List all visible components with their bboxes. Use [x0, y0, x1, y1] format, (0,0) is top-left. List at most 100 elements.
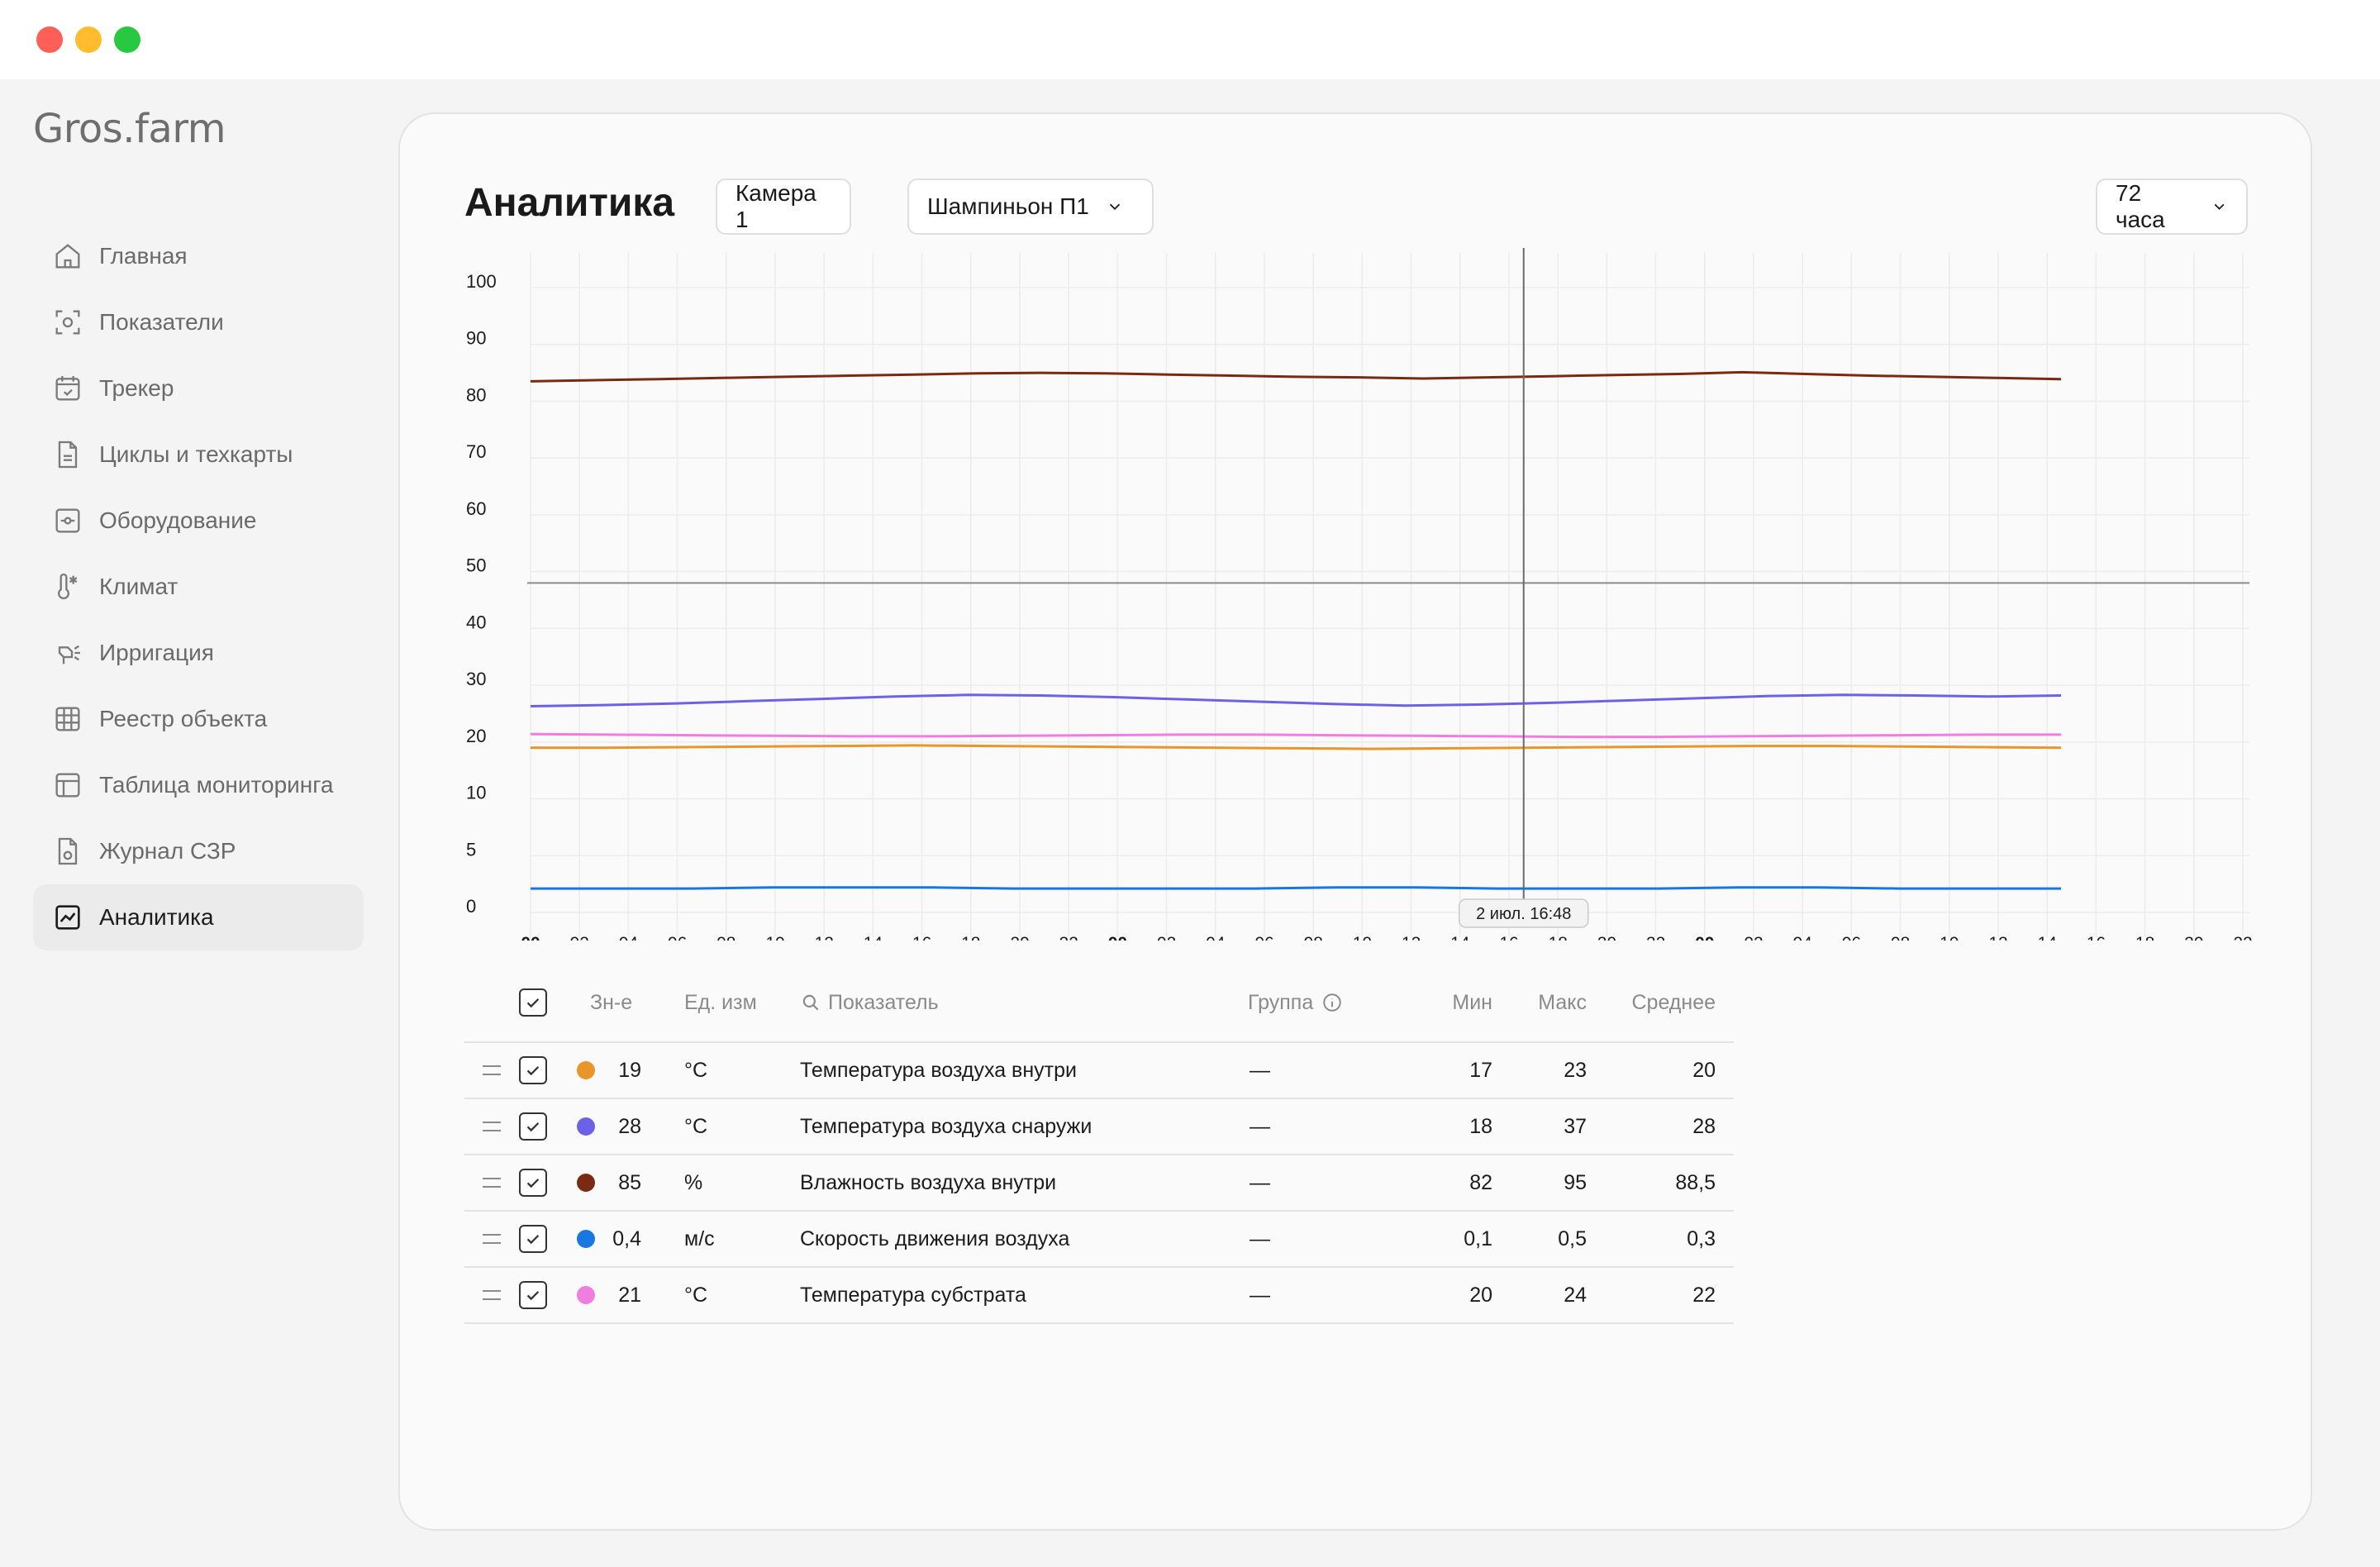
home-icon	[51, 240, 84, 273]
sidebar-item-monitoring-table[interactable]: Таблица мониторинга	[33, 752, 364, 818]
sidebar-item-climate[interactable]: Климат	[33, 554, 364, 620]
table-row[interactable]: 19 °C Температура воздуха внутри — 17 23…	[464, 1043, 1734, 1099]
info-icon[interactable]	[1321, 992, 1343, 1013]
minimize-window-button[interactable]	[75, 26, 102, 53]
drag-handle-icon[interactable]	[483, 1290, 501, 1300]
row-avg: 20	[1692, 1058, 1716, 1082]
x-tick-label: 02	[570, 934, 589, 941]
header-value[interactable]: Зн-е	[590, 964, 632, 1041]
sidebar-item-home[interactable]: Главная	[33, 223, 364, 289]
x-tick-label: 04	[619, 934, 639, 941]
table-body: 19 °C Температура воздуха внутри — 17 23…	[464, 1043, 1734, 1324]
sidebar-item-cycles[interactable]: Циклы и техкарты	[33, 422, 364, 488]
x-tick-label: 14	[2038, 934, 2058, 941]
x-tick-label: 18	[1549, 934, 1568, 941]
x-tick-label: 14	[1450, 934, 1470, 941]
table-row[interactable]: 28 °C Температура воздуха снаружи — 18 3…	[464, 1099, 1734, 1155]
analytics-panel: Аналитика Камера 1 Шампиньон П1 72 часа …	[398, 112, 2312, 1531]
row-checkbox[interactable]	[519, 1056, 547, 1084]
x-tick-label: 22	[1646, 934, 1665, 941]
sidebar-item-indicators[interactable]: Показатели	[33, 289, 364, 355]
row-avg: 88,5	[1675, 1170, 1716, 1194]
table-row[interactable]: 21 °C Температура субстрата — 20 24 22	[464, 1268, 1734, 1324]
row-max: 24	[1564, 1283, 1587, 1307]
row-indicator-name: Температура воздуха внутри	[800, 1058, 1077, 1082]
row-unit: °C	[684, 1114, 708, 1138]
drag-handle-icon[interactable]	[483, 1122, 501, 1131]
row-unit: %	[684, 1170, 703, 1194]
series-line[interactable]	[530, 732, 2061, 739]
row-value: 21	[618, 1283, 641, 1307]
maximize-window-button[interactable]	[114, 26, 140, 53]
table-row[interactable]: 85 % Влажность воздуха внутри — 82 95 88…	[464, 1155, 1734, 1212]
header-min[interactable]: Мин	[1440, 964, 1492, 1041]
row-min: 20	[1469, 1283, 1492, 1307]
row-min: 82	[1469, 1170, 1492, 1194]
drag-handle-icon[interactable]	[483, 1178, 501, 1188]
series-line[interactable]	[531, 744, 2062, 750]
header-indicator[interactable]: Показатель	[800, 964, 939, 1041]
sidebar-item-label: Ирригация	[99, 640, 214, 665]
x-tick-label: 20	[1597, 934, 1616, 941]
x-tick-label: 04	[1206, 934, 1226, 941]
y-tick-label: 100	[466, 271, 497, 292]
cursor-tooltip-label: 2 июл. 16:48	[1476, 905, 1571, 923]
series-line[interactable]	[530, 693, 2062, 707]
sidebar-item-journal[interactable]: Журнал СЗР	[33, 818, 364, 884]
x-tick-label: 16	[1499, 934, 1518, 941]
x-tick-label: 20	[1010, 934, 1029, 941]
indicators-table: Зн-е Ед. изм Показатель Группа Мин Макс …	[464, 964, 1734, 1324]
header-unit[interactable]: Ед. изм	[684, 964, 757, 1041]
sidebar-item-label: Трекер	[99, 375, 174, 401]
x-tick-label: 16	[2087, 934, 2106, 941]
sidebar-item-registry[interactable]: Реестр объекта	[33, 686, 364, 752]
drag-handle-icon[interactable]	[483, 1065, 501, 1075]
row-avg: 0,3	[1687, 1226, 1716, 1250]
series-line[interactable]	[530, 370, 2062, 383]
search-icon	[802, 994, 819, 1011]
row-min: 17	[1469, 1058, 1492, 1082]
equipment-icon	[51, 504, 84, 537]
sidebar-item-label: Реестр объекта	[99, 706, 268, 731]
sidebar-item-analytics[interactable]: Аналитика	[33, 884, 364, 950]
row-max: 23	[1564, 1058, 1587, 1082]
analytics-line-chart[interactable]: 1009080706050403020105000020406081012141…	[400, 114, 2314, 941]
header-indicator-label: Показатель	[828, 990, 939, 1014]
x-tick-label: 20	[2184, 934, 2203, 941]
select-all-checkbox[interactable]	[519, 988, 547, 1017]
row-min: 18	[1469, 1114, 1492, 1138]
x-tick-label: 12	[815, 934, 834, 941]
window-titlebar	[0, 0, 2380, 79]
x-tick-label: 14	[864, 934, 883, 941]
row-unit: °C	[684, 1283, 708, 1307]
x-tick-label: 02	[1157, 934, 1176, 941]
header-max[interactable]: Макс	[1506, 964, 1587, 1041]
sidebar-item-equipment[interactable]: Оборудование	[33, 488, 364, 554]
sidebar-item-label: Журнал СЗР	[99, 838, 236, 864]
row-value: 28	[618, 1114, 641, 1138]
drag-handle-icon[interactable]	[483, 1234, 501, 1244]
x-tick-label: 02	[1744, 934, 1763, 941]
row-indicator-name: Температура воздуха снаружи	[800, 1114, 1092, 1138]
row-indicator-name: Влажность воздуха внутри	[800, 1170, 1057, 1194]
sidebar-item-irrigation[interactable]: Ирригация	[33, 620, 364, 686]
row-max: 0,5	[1558, 1226, 1587, 1250]
row-avg: 22	[1692, 1283, 1716, 1307]
y-tick-label: 40	[466, 612, 486, 632]
row-checkbox[interactable]	[519, 1281, 547, 1309]
table-row[interactable]: 0,4 м/с Скорость движения воздуха — 0,1 …	[464, 1212, 1734, 1268]
sensor-icon	[51, 306, 84, 339]
row-value: 19	[618, 1058, 641, 1082]
x-tick-label: 12	[1988, 934, 2007, 941]
y-tick-label: 10	[466, 783, 486, 803]
row-indicator-name: Скорость движения воздуха	[800, 1226, 1070, 1250]
header-avg[interactable]: Среднее	[1600, 964, 1716, 1041]
sidebar-item-tracker[interactable]: Трекер	[33, 355, 364, 422]
header-group[interactable]: Группа	[1248, 964, 1343, 1041]
x-tick-label: 08	[716, 934, 735, 941]
row-checkbox[interactable]	[519, 1169, 547, 1197]
row-checkbox[interactable]	[519, 1112, 547, 1141]
row-checkbox[interactable]	[519, 1225, 547, 1253]
y-tick-label: 0	[466, 896, 476, 917]
close-window-button[interactable]	[36, 26, 63, 53]
